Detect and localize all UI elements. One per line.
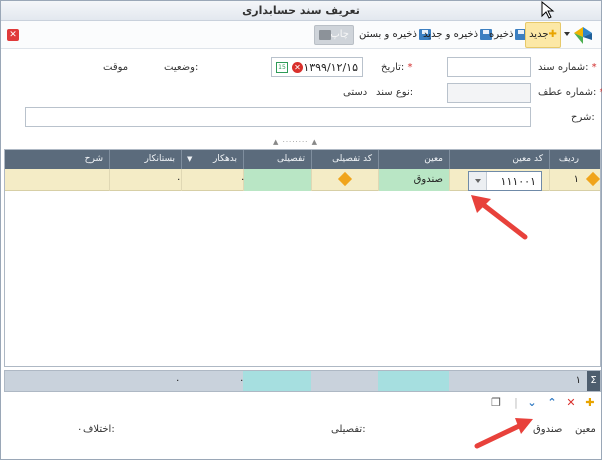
col-moein-code[interactable]: کد معین bbox=[449, 150, 549, 169]
cell-tafsili[interactable] bbox=[243, 169, 311, 191]
cell-debit[interactable]: ۰ bbox=[181, 169, 246, 191]
doc-number-label: شماره سند: * bbox=[538, 62, 597, 73]
col-credit[interactable]: بستانکار bbox=[109, 150, 181, 169]
save-new-label: ذخیره و جدید bbox=[423, 29, 479, 40]
description-input[interactable] bbox=[25, 107, 531, 127]
calendar-icon[interactable]: 15 bbox=[276, 62, 288, 73]
app-logo-icon bbox=[574, 27, 592, 44]
sort-down-icon: ▼ bbox=[187, 155, 193, 163]
print-label: چاپ bbox=[330, 29, 349, 40]
col-description[interactable]: شرح bbox=[5, 150, 109, 169]
doc-type-label: نوع سند: bbox=[376, 87, 414, 98]
col-debit-label: بدهکار bbox=[212, 154, 237, 164]
chevron-down-icon[interactable] bbox=[469, 172, 487, 190]
sigma-icon: Σ bbox=[587, 371, 600, 391]
copy-rows-icon[interactable]: ❐ bbox=[490, 397, 502, 409]
moein-code-value: ۱۱۱۰۰۱ bbox=[500, 175, 536, 188]
splitter-handle[interactable]: ▲ ········ ▲ bbox=[273, 138, 318, 146]
row-actions-bar: ✚ ✕ ⌃ ⌄ | ❐ bbox=[4, 394, 601, 414]
col-row-no[interactable]: ردیف bbox=[549, 150, 585, 169]
new-button[interactable]: جدید✚ bbox=[525, 22, 561, 48]
grid-header: ردیف کد معین معین کد تفصیلی تفصیلی بدهکا… bbox=[5, 150, 600, 169]
document-window: تعریف سند حسابداری ✕ چاپ ذخیره و بستن ذخ… bbox=[0, 0, 602, 460]
grid-footer: Σ ۱ ۰ ۰ bbox=[4, 370, 601, 392]
col-moein[interactable]: معین bbox=[378, 150, 449, 169]
move-down-icon[interactable]: ⌄ bbox=[526, 397, 538, 409]
save-close-button[interactable]: ذخیره و بستن bbox=[359, 25, 431, 45]
cell-moein[interactable]: صندوق bbox=[378, 169, 449, 191]
delete-row-icon[interactable]: ✕ bbox=[565, 397, 577, 409]
footer-moein bbox=[378, 371, 449, 391]
cell-description[interactable] bbox=[5, 169, 109, 191]
footer-row-count: ۱ bbox=[575, 375, 581, 386]
status-value: موقت bbox=[103, 62, 129, 73]
status-label: وضعیت: bbox=[164, 62, 199, 73]
save-label: ذخیره bbox=[489, 29, 514, 40]
moein-code-editor[interactable]: ۱۱۱۰۰۱ bbox=[468, 171, 542, 191]
window-title: تعریف سند حسابداری bbox=[1, 1, 601, 21]
col-tafsili-code[interactable]: کد تفصیلی bbox=[311, 150, 378, 169]
bottom-moein-value: صندوق bbox=[533, 424, 563, 435]
annotation-arrow-icon bbox=[474, 418, 533, 449]
col-debit[interactable]: بدهکار ▼ bbox=[181, 150, 243, 169]
description-label: شرح: bbox=[571, 112, 595, 123]
add-row-icon[interactable]: ✚ bbox=[584, 397, 596, 409]
printer-icon bbox=[319, 30, 331, 40]
row-warning-icon bbox=[585, 169, 600, 191]
bottom-tafsili-label: تفصیلی: bbox=[331, 424, 366, 435]
annotation-arrow-icon bbox=[471, 195, 528, 240]
bottom-moein-label: معین bbox=[575, 424, 596, 435]
date-field[interactable]: ۱۳۹۹/۱۲/۱۵ ✕ 15 bbox=[271, 57, 363, 77]
save-button[interactable]: ذخیره bbox=[489, 25, 528, 45]
save-new-button[interactable]: ذخیره و جدید bbox=[423, 25, 493, 45]
print-button[interactable]: چاپ bbox=[314, 25, 354, 45]
warning-icon bbox=[337, 171, 353, 187]
bottom-diff-value: ۰ bbox=[77, 424, 83, 435]
chevron-down-icon[interactable] bbox=[564, 32, 570, 36]
new-label: جدید bbox=[529, 29, 549, 40]
save-close-label: ذخیره و بستن bbox=[359, 29, 417, 40]
doc-type-value: دستی bbox=[343, 87, 368, 98]
col-tafsili[interactable]: تفصیلی bbox=[243, 150, 311, 169]
cell-row-no: ۱ bbox=[549, 169, 585, 191]
plus-icon: ✚ bbox=[548, 29, 557, 40]
footer-debit-total: ۰ bbox=[239, 375, 245, 386]
header-indicator bbox=[585, 150, 600, 169]
ref-number-label: شماره عطف: * bbox=[538, 87, 602, 98]
mouse-cursor-icon bbox=[541, 1, 555, 19]
date-label: تاریخ: * bbox=[381, 62, 413, 73]
cell-credit[interactable]: ۰ bbox=[109, 169, 182, 191]
doc-number-input[interactable] bbox=[447, 57, 531, 77]
move-up-icon[interactable]: ⌃ bbox=[546, 397, 558, 409]
footer-credit-total: ۰ bbox=[175, 375, 181, 386]
clear-date-icon[interactable]: ✕ bbox=[292, 62, 303, 73]
footer-tafsili bbox=[243, 371, 311, 391]
cell-tafsili-code[interactable] bbox=[311, 169, 378, 191]
date-value: ۱۳۹۹/۱۲/۱۵ bbox=[303, 61, 358, 74]
toolbar: ✕ چاپ ذخیره و بستن ذخیره و جدید ذخیره جد… bbox=[1, 21, 601, 49]
toolbar-separator: | bbox=[514, 396, 518, 409]
close-icon[interactable]: ✕ bbox=[7, 29, 19, 41]
bottom-diff-label: اختلاف: bbox=[83, 424, 115, 435]
ref-number-input bbox=[447, 83, 531, 103]
